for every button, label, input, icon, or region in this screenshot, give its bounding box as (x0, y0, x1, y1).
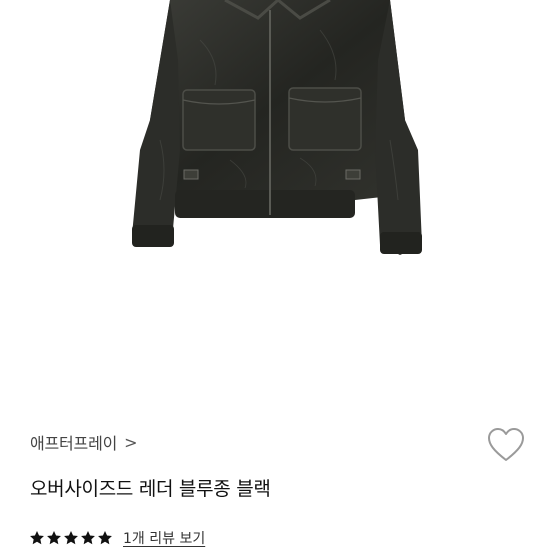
star-icon (47, 531, 61, 545)
leather-jacket-image (132, 0, 422, 255)
review-link[interactable]: 1개 리뷰 보기 (123, 528, 205, 548)
star-icon (98, 531, 112, 545)
brand-name: 애프터프레이 (30, 434, 118, 453)
chevron-right-icon: > (124, 432, 138, 452)
brand-link[interactable]: 애프터프레이 > (30, 430, 138, 454)
rating-row: 1개 리뷰 보기 (29, 528, 205, 548)
wishlist-button[interactable] (487, 427, 525, 463)
heart-icon (488, 428, 524, 461)
star-icon (30, 531, 44, 545)
product-image[interactable] (0, 0, 554, 400)
product-title: 오버사이즈드 레더 블루종 블랙 (30, 478, 271, 500)
star-icon (64, 531, 78, 545)
star-icon (81, 531, 95, 545)
star-rating (29, 530, 113, 546)
